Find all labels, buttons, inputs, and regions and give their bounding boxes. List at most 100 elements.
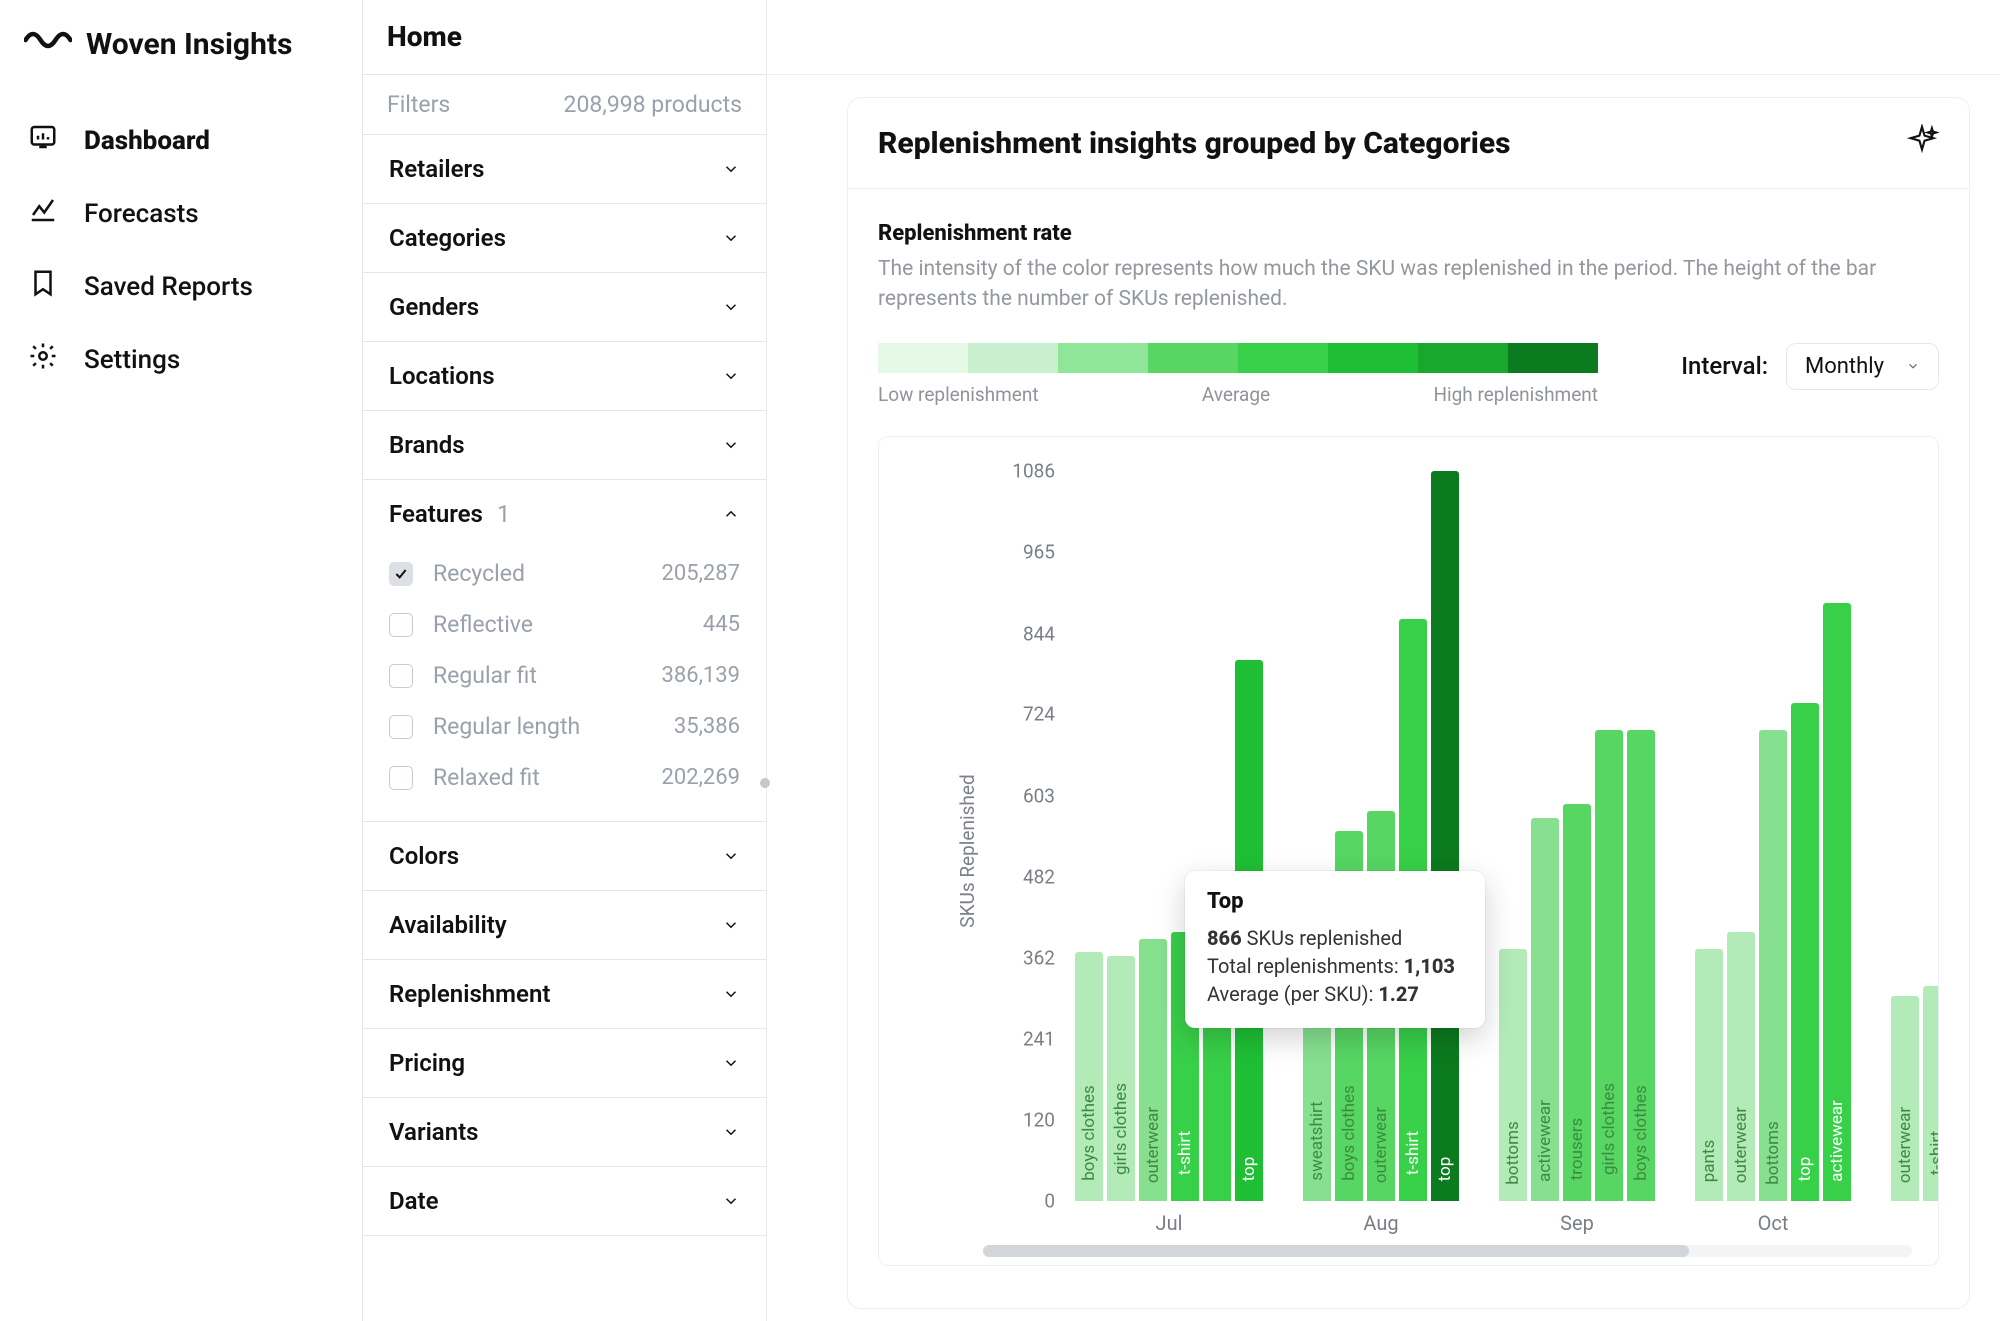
chevron-down-icon <box>1906 354 1920 379</box>
filter-option-label: Relaxed fit <box>433 764 540 791</box>
tooltip-avg-value: 1.27 <box>1378 982 1419 1006</box>
filter-group-header[interactable]: Retailers <box>363 135 766 203</box>
bar-jul-girls-clothes[interactable]: girls clothes <box>1107 956 1135 1201</box>
nav-item-label: Settings <box>84 345 180 375</box>
y-tick-label: 1086 <box>975 459 1055 482</box>
bar-label: pants <box>1699 1140 1719 1183</box>
chevron-down-icon <box>722 1123 740 1141</box>
bar-oct-outerwear[interactable]: outerwear <box>1727 932 1755 1201</box>
chart: SKUs Replenished 01202413624826037248449… <box>878 436 1939 1266</box>
filter-group-header[interactable]: Locations <box>363 342 766 410</box>
tooltip-title: Top <box>1207 889 1463 914</box>
checkbox[interactable] <box>389 715 413 739</box>
filter-group-header[interactable]: Features 1 <box>363 480 766 548</box>
card-title: Replenishment insights grouped by Catego… <box>878 126 1510 161</box>
bar-oct-top[interactable]: top <box>1791 703 1819 1200</box>
filter-group-name: Replenishment <box>389 980 550 1008</box>
chart-horizontal-scrollbar[interactable] <box>983 1245 1912 1257</box>
filter-group-header[interactable]: Replenishment <box>363 960 766 1028</box>
y-tick-label: 603 <box>975 784 1055 807</box>
legend-swatch <box>1148 343 1238 373</box>
bar-aug-top[interactable]: top <box>1431 471 1459 1201</box>
nav-item-label: Dashboard <box>84 126 210 156</box>
chart-tooltip: Top 866 SKUs replenished Total replenish… <box>1185 871 1485 1028</box>
y-tick-label: 724 <box>975 703 1055 726</box>
bar-sep-boys-clothes[interactable]: boys clothes <box>1627 730 1655 1201</box>
bar-sep-bottoms[interactable]: bottoms <box>1499 949 1527 1201</box>
bar-label: outerwear <box>1143 1107 1163 1183</box>
month-label: Aug <box>1363 1211 1398 1235</box>
filter-group-header[interactable]: Brands <box>363 411 766 479</box>
filter-group-header[interactable]: Pricing <box>363 1029 766 1097</box>
bar-sep-girls-clothes[interactable]: girls clothes <box>1595 730 1623 1201</box>
filter-group-header[interactable]: Date <box>363 1167 766 1235</box>
checkbox[interactable] <box>389 613 413 637</box>
insights-card: Replenishment insights grouped by Catego… <box>847 97 1970 1309</box>
filter-group-name: Locations <box>389 362 495 390</box>
filter-option-regular-length[interactable]: Regular length35,386 <box>375 701 754 752</box>
nav-item-saved-reports[interactable]: Saved Reports <box>0 250 362 323</box>
legend-mid-label: Average <box>1202 383 1270 406</box>
filter-group-header[interactable]: Categories <box>363 204 766 272</box>
brand-name: Woven Insights <box>86 27 292 62</box>
gear-icon <box>28 341 58 378</box>
bar-label: t-shirt <box>1175 1131 1195 1175</box>
filter-group-header[interactable]: Variants <box>363 1098 766 1166</box>
tooltip-total-value: 1,103 <box>1404 954 1455 978</box>
interval-select[interactable]: Monthly <box>1786 343 1939 390</box>
filter-group-header[interactable]: Colors <box>363 822 766 890</box>
filter-group-name: Brands <box>389 431 465 459</box>
bar-label: activewear <box>1535 1100 1555 1182</box>
filter-option-recycled[interactable]: Recycled205,287 <box>375 548 754 599</box>
nav-item-label: Forecasts <box>84 199 199 229</box>
filter-group-name: Retailers <box>389 155 484 183</box>
section-title: Replenishment rate <box>878 221 1939 246</box>
filter-option-reflective[interactable]: Reflective445 <box>375 599 754 650</box>
tooltip-avg-label: Average (per SKU): <box>1207 982 1378 1006</box>
nav-item-settings[interactable]: Settings <box>0 323 362 396</box>
filter-group-availability: Availability <box>363 891 766 960</box>
ai-sparkle-icon[interactable] <box>1905 124 1939 162</box>
bar-label: top <box>1239 1157 1259 1182</box>
bar-nov-outerwear[interactable]: outerwear <box>1891 996 1919 1201</box>
y-tick-label: 241 <box>975 1027 1055 1050</box>
y-tick-label: 844 <box>975 622 1055 645</box>
plot-area[interactable]: boys clothesgirls clothesouterweart-shir… <box>1075 471 1935 1201</box>
nav-item-label: Saved Reports <box>84 272 253 302</box>
filter-group-name: Variants <box>389 1118 479 1146</box>
bar-oct-activewear[interactable]: activewear <box>1823 603 1851 1201</box>
filter-group-name: Features 1 <box>389 500 510 528</box>
legend-swatch <box>878 343 968 373</box>
tooltip-total: Total replenishments: 1,103 <box>1207 954 1463 978</box>
bar-label: outerwear <box>1371 1107 1391 1183</box>
bar-oct-pants[interactable]: pants <box>1695 949 1723 1201</box>
bar-sep-activewear[interactable]: activewear <box>1531 818 1559 1201</box>
filter-option-count: 445 <box>703 612 740 637</box>
filter-option-relaxed-fit[interactable]: Relaxed fit202,269 <box>375 752 754 803</box>
legend-swatches <box>878 343 1598 373</box>
nav-item-dashboard[interactable]: Dashboard <box>0 104 362 177</box>
bar-jul-boys-clothes[interactable]: boys clothes <box>1075 952 1103 1201</box>
filter-option-regular-fit[interactable]: Regular fit386,139 <box>375 650 754 701</box>
filter-group-name: Date <box>389 1187 439 1215</box>
filter-group-header[interactable]: Genders <box>363 273 766 341</box>
filter-group-locations: Locations <box>363 342 766 411</box>
bar-sep-trousers[interactable]: trousers <box>1563 804 1591 1201</box>
checkbox[interactable] <box>389 664 413 688</box>
legend-swatches-block: Low replenishment Average High replenish… <box>878 343 1598 406</box>
page-title-bar: Home <box>363 0 766 75</box>
bar-oct-bottoms[interactable]: bottoms <box>1759 730 1787 1201</box>
filter-group-pricing: Pricing <box>363 1029 766 1098</box>
tooltip-skus-suffix: SKUs replenished <box>1242 926 1403 950</box>
bar-jul-outerwear[interactable]: outerwear <box>1139 939 1167 1201</box>
interval-value: Monthly <box>1805 354 1884 379</box>
bar-label: sweatshirt <box>1307 1101 1327 1180</box>
nav-item-forecasts[interactable]: Forecasts <box>0 177 362 250</box>
bar-label: trousers <box>1567 1118 1587 1181</box>
checkbox[interactable] <box>389 562 413 586</box>
bar-label: bottoms <box>1763 1121 1783 1185</box>
filter-group-header[interactable]: Availability <box>363 891 766 959</box>
chart-scrollbar-thumb[interactable] <box>983 1245 1689 1257</box>
checkbox[interactable] <box>389 766 413 790</box>
bar-nov-t-shirt[interactable]: t-shirt <box>1923 986 1939 1201</box>
